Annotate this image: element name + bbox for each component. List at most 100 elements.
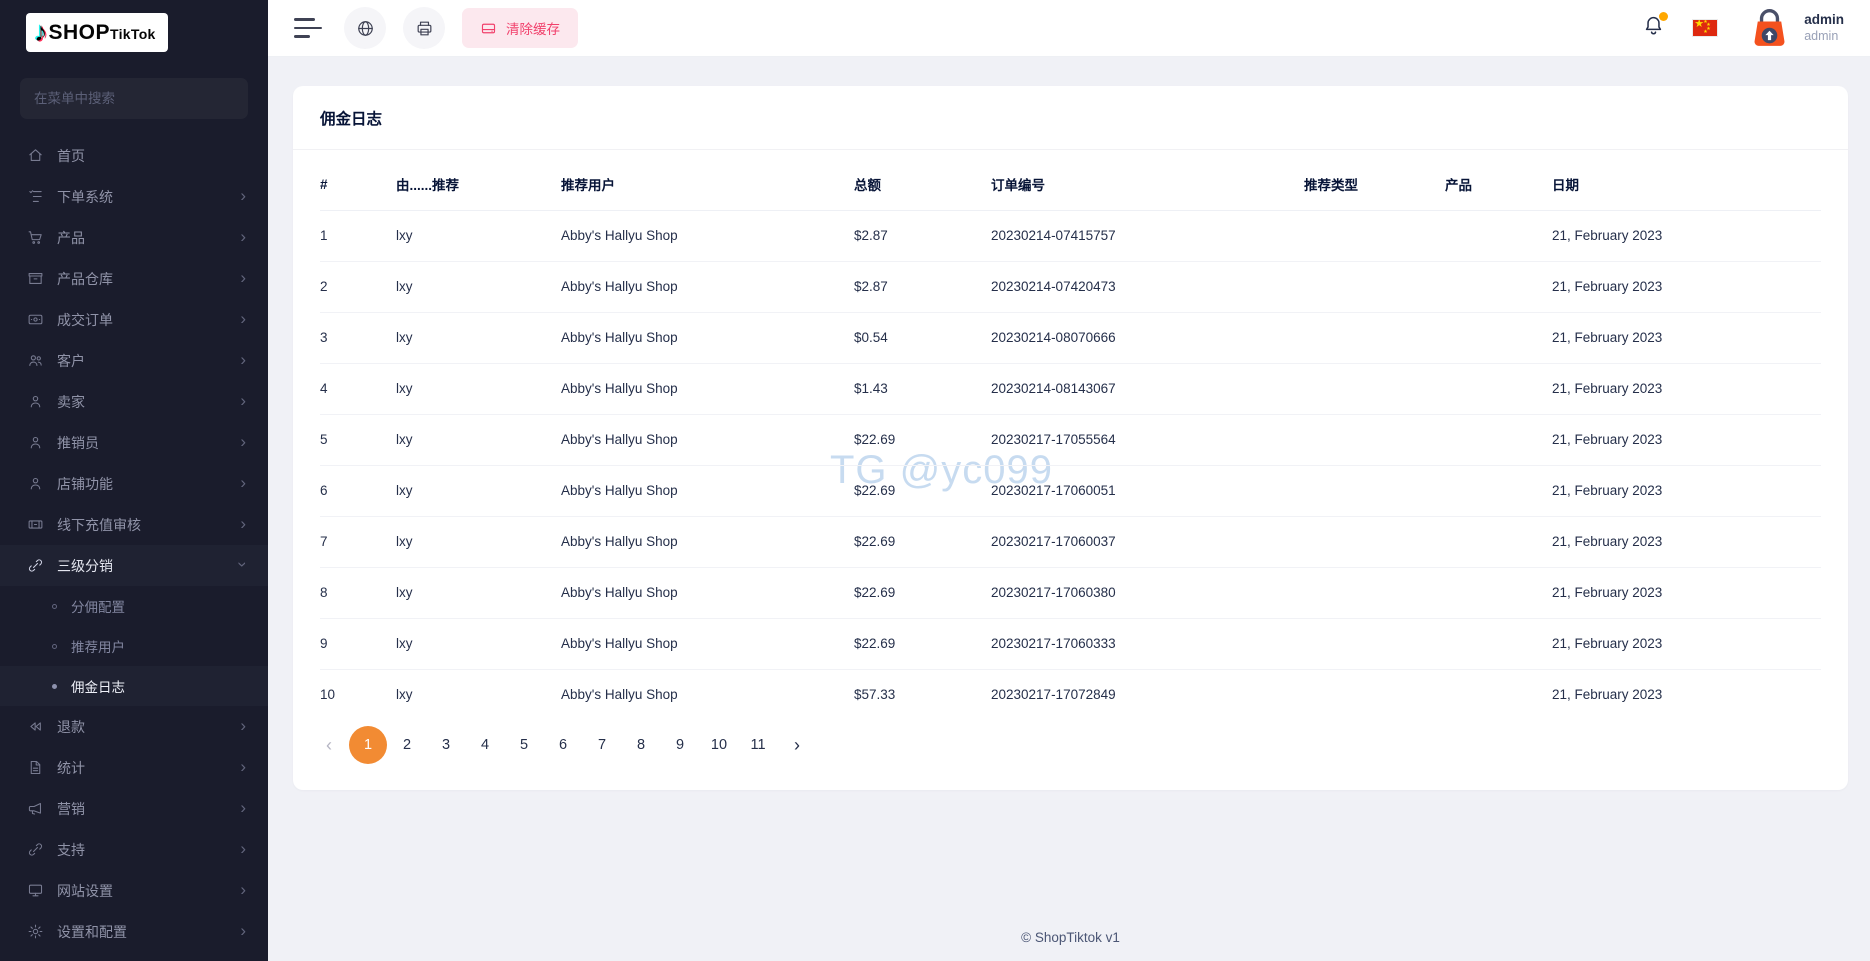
avatar[interactable] — [1747, 6, 1792, 51]
user-icon — [27, 393, 44, 410]
page-button-2[interactable]: 2 — [388, 726, 426, 764]
sidebar-item-refunds[interactable]: 退款 › — [0, 706, 268, 747]
cell-order-no: 20230217-17072849 — [991, 669, 1304, 720]
sidebar-item-marketing[interactable]: 营销 › — [0, 788, 268, 829]
page-next-button[interactable]: › — [778, 726, 816, 764]
cell-referrer: lxy — [396, 312, 561, 363]
cell-product — [1445, 312, 1552, 363]
sidebar-item-three-level-distribution[interactable]: 三级分销 › — [0, 545, 268, 586]
chevron-right-icon: › — [240, 922, 246, 939]
cell-order-no: 20230214-08143067 — [991, 363, 1304, 414]
language-button[interactable] — [344, 7, 386, 49]
table-row[interactable]: 2 lxy Abby's Hallyu Shop $2.87 20230214-… — [320, 261, 1821, 312]
page-button-4[interactable]: 4 — [466, 726, 504, 764]
sidebar-item-salesmen[interactable]: 推销员 › — [0, 422, 268, 463]
column-header-0: # — [320, 159, 396, 210]
bullet-icon — [52, 684, 57, 689]
cell-amount: $22.69 — [854, 414, 991, 465]
sidebar-item-shop-features[interactable]: 店铺功能 › — [0, 463, 268, 504]
cell-date: 21, February 2023 — [1552, 210, 1821, 261]
sidebar-item-completed-orders[interactable]: 成交订单 › — [0, 299, 268, 340]
notifications-button[interactable] — [1642, 14, 1665, 42]
page-button-10[interactable]: 10 — [700, 726, 738, 764]
sidebar-item-order-system[interactable]: 下单系统 › — [0, 176, 268, 217]
chevron-right-icon: › — [240, 758, 246, 775]
chevron-right-icon: › — [240, 515, 246, 532]
burger-line — [294, 35, 310, 38]
cell-order-no: 20230217-17060333 — [991, 618, 1304, 669]
cell-ref-type — [1304, 516, 1445, 567]
rewind-icon — [27, 718, 44, 735]
chevron-right-icon: › — [240, 474, 246, 491]
sidebar-subitem-commission-config[interactable]: 分佣配置 — [0, 586, 268, 626]
cell-amount: $0.54 — [854, 312, 991, 363]
sidebar-item-products[interactable]: 产品 › — [0, 217, 268, 258]
page-button-9[interactable]: 9 — [661, 726, 699, 764]
gear-icon — [27, 923, 44, 940]
user-meta[interactable]: admin admin — [1804, 12, 1844, 45]
page-button-5[interactable]: 5 — [505, 726, 543, 764]
users-icon — [27, 352, 44, 369]
table-row[interactable]: 4 lxy Abby's Hallyu Shop $1.43 20230214-… — [320, 363, 1821, 414]
cell-ref-type — [1304, 261, 1445, 312]
page-button-1[interactable]: 1 — [349, 726, 387, 764]
table-row[interactable]: 5 lxy Abby's Hallyu Shop $22.69 20230217… — [320, 414, 1821, 465]
cell-date: 21, February 2023 — [1552, 414, 1821, 465]
sidebar-subitem-referred-users[interactable]: 推荐用户 — [0, 626, 268, 666]
table-row[interactable]: 3 lxy Abby's Hallyu Shop $0.54 20230214-… — [320, 312, 1821, 363]
sidebar-subitem-commission-log[interactable]: 佣金日志 — [0, 666, 268, 706]
column-header-2: 推荐用户 — [561, 159, 854, 210]
page-button-6[interactable]: 6 — [544, 726, 582, 764]
user-icon — [27, 434, 44, 451]
page-prev-button[interactable]: ‹ — [310, 726, 348, 764]
column-header-3: 总额 — [854, 159, 991, 210]
burger-line — [294, 27, 322, 30]
table-row[interactable]: 8 lxy Abby's Hallyu Shop $22.69 20230217… — [320, 567, 1821, 618]
cell-ref-type — [1304, 618, 1445, 669]
sidebar-item-sellers[interactable]: 卖家 › — [0, 381, 268, 422]
cell-referrer: lxy — [396, 567, 561, 618]
page-button-8[interactable]: 8 — [622, 726, 660, 764]
table-row[interactable]: 10 lxy Abby's Hallyu Shop $57.33 2023021… — [320, 669, 1821, 720]
content-area: 佣金日志 TG @yc099 #由......推荐推荐用户总额订单编号推荐类型产… — [268, 57, 1870, 961]
cell-product — [1445, 618, 1552, 669]
page-button-11[interactable]: 11 — [739, 726, 777, 764]
cell-index: 4 — [320, 363, 396, 414]
sidebar-toggle-button[interactable] — [294, 18, 322, 38]
page-button-7[interactable]: 7 — [583, 726, 621, 764]
chevron-right-icon: › — [240, 228, 246, 245]
sidebar-item-customers[interactable]: 客户 › — [0, 340, 268, 381]
cell-referred-user: Abby's Hallyu Shop — [561, 210, 854, 261]
card-icon — [27, 311, 44, 328]
table-row[interactable]: 1 lxy Abby's Hallyu Shop $2.87 20230214-… — [320, 210, 1821, 261]
clear-cache-label: 清除缓存 — [506, 18, 560, 38]
print-button[interactable] — [403, 7, 445, 49]
sidebar-item-home[interactable]: 首页 › — [0, 135, 268, 176]
globe-icon — [356, 19, 375, 38]
sidebar-item-product-warehouse[interactable]: 产品仓库 › — [0, 258, 268, 299]
menu-search-input[interactable] — [20, 78, 248, 119]
page-button-3[interactable]: 3 — [427, 726, 465, 764]
footer-copyright: © ShopTiktok v1 — [293, 916, 1848, 961]
sidebar-item-settings-config[interactable]: 设置和配置 › — [0, 911, 268, 952]
bullet-icon — [52, 644, 57, 649]
logo[interactable]: ♪ SHOP TikTok — [0, 0, 268, 64]
sidebar-item-statistics[interactable]: 统计 › — [0, 747, 268, 788]
clear-cache-button[interactable]: 清除缓存 — [462, 8, 578, 48]
table-row[interactable]: 9 lxy Abby's Hallyu Shop $22.69 20230217… — [320, 618, 1821, 669]
home-icon — [27, 147, 44, 164]
sidebar-item-site-settings[interactable]: 网站设置 › — [0, 870, 268, 911]
table-header-row: #由......推荐推荐用户总额订单编号推荐类型产品日期 — [320, 159, 1821, 210]
column-header-7: 日期 — [1552, 159, 1821, 210]
cell-index: 3 — [320, 312, 396, 363]
table-row[interactable]: 6 lxy Abby's Hallyu Shop $22.69 20230217… — [320, 465, 1821, 516]
cell-order-no: 20230217-17060051 — [991, 465, 1304, 516]
table-row[interactable]: 7 lxy Abby's Hallyu Shop $22.69 20230217… — [320, 516, 1821, 567]
cell-referrer: lxy — [396, 261, 561, 312]
sidebar-item-offline-recharge-review[interactable]: 线下充值审核 › — [0, 504, 268, 545]
cell-referrer: lxy — [396, 414, 561, 465]
cell-referred-user: Abby's Hallyu Shop — [561, 312, 854, 363]
language-flag-china[interactable]: ★ ★ ★ ★ ★ — [1693, 20, 1717, 36]
sidebar-item-support[interactable]: 支持 › — [0, 829, 268, 870]
cell-ref-type — [1304, 567, 1445, 618]
